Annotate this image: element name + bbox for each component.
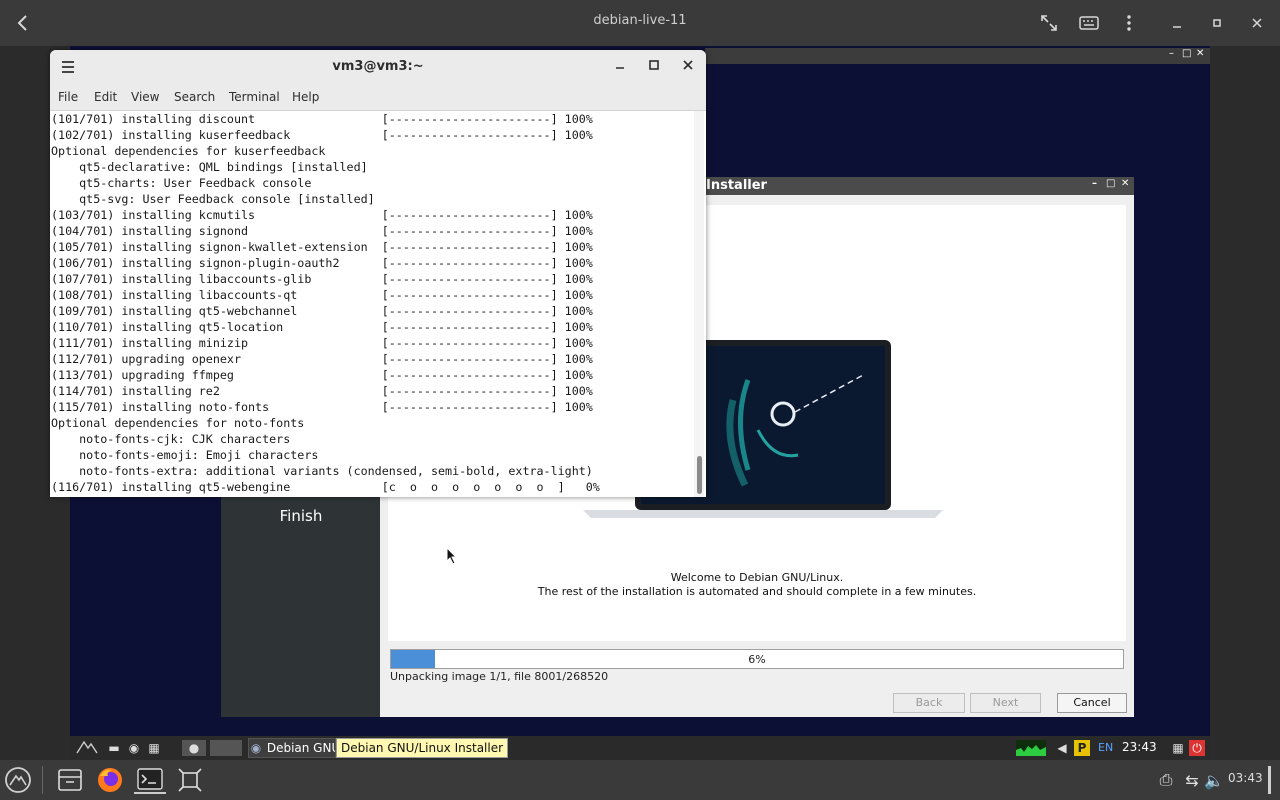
- vm-clock: 23:43: [1122, 740, 1157, 754]
- progress-percent: 6%: [748, 653, 766, 666]
- fullscreen-icon[interactable]: [1032, 6, 1066, 40]
- terminal-output[interactable]: (101/701) installing discount [---------…: [51, 111, 691, 497]
- next-button[interactable]: Next: [970, 693, 1041, 713]
- host-clock: 03:43: [1228, 771, 1263, 785]
- show-desktop-icon[interactable]: ▬: [106, 740, 122, 756]
- terminal-window: vm3@vm3:~ File Edit View Search Terminal…: [50, 50, 706, 497]
- terminal-line: (113/701) upgrading ffmpeg [------------…: [51, 368, 593, 382]
- terminal-scrollbar[interactable]: [694, 111, 704, 497]
- vm-empty-task[interactable]: [210, 740, 242, 756]
- separator: [42, 766, 43, 794]
- terminal-line: (102/701) installing kuserfeedback [----…: [51, 128, 593, 142]
- volume-icon[interactable]: ◀: [1054, 740, 1070, 756]
- terminal-line: (115/701) installing noto-fonts [-------…: [51, 400, 593, 414]
- menu-terminal[interactable]: Terminal: [229, 90, 280, 104]
- menu-file[interactable]: File: [58, 90, 78, 104]
- terminal-line: noto-fonts-emoji: Emoji characters: [51, 448, 319, 462]
- terminal-line: (114/701) installing re2 [--------------…: [51, 384, 593, 398]
- cpu-graph-icon: [1016, 740, 1046, 756]
- terminal-line: (107/701) installing libaccounts-glib [-…: [51, 272, 593, 286]
- vm-network-icon[interactable]: ◉: [126, 740, 142, 756]
- show-desktop-handle[interactable]: [1268, 766, 1271, 794]
- keyboard-icon[interactable]: [1072, 6, 1106, 40]
- host-terminal-icon[interactable]: [134, 766, 166, 794]
- maximize-icon[interactable]: [1200, 6, 1234, 40]
- vm-user-icon[interactable]: ▦: [1170, 740, 1186, 756]
- install-progress-bar: 6%: [390, 649, 1124, 669]
- terminal-line: (104/701) installing signond [----------…: [51, 224, 593, 238]
- terminal-scrollbar-thumb[interactable]: [697, 456, 702, 494]
- install-status-text: Unpacking image 1/1, file 8001/268520: [390, 670, 609, 683]
- menu-view[interactable]: View: [131, 90, 159, 104]
- terminal-line: qt5-charts: User Feedback console: [51, 176, 312, 190]
- keyboard-layout[interactable]: EN: [1098, 741, 1113, 754]
- installer-minimize-icon[interactable]: –: [1092, 178, 1097, 189]
- terminal-line: Optional dependencies for kuserfeedback: [51, 144, 326, 158]
- terminal-line: (105/701) installing signon-kwallet-exte…: [51, 240, 593, 254]
- vm-taskbar: ▬ ◉ ▦ ● ◉ Debian GNU Debian GNU/Linux In…: [70, 737, 1210, 759]
- mouse-pointer-icon: [446, 547, 458, 565]
- installer-tooltip: Debian GNU/Linux Installer: [336, 738, 509, 758]
- terminal-line: noto-fonts-cjk: CJK characters: [51, 432, 291, 446]
- bg-maximize-icon[interactable]: □: [1182, 48, 1191, 59]
- clipboard-icon[interactable]: P: [1074, 740, 1090, 756]
- vm-browser-icon[interactable]: ●: [182, 740, 206, 756]
- host-top-bar: debian-live-11: [0, 0, 1280, 46]
- terminal-line: qt5-declarative: QML bindings [installed…: [51, 160, 368, 174]
- welcome-message: Welcome to Debian GNU/Linux. The rest of…: [380, 571, 1134, 599]
- bg-close-icon[interactable]: ✕: [1196, 48, 1204, 59]
- speaker-icon[interactable]: 🔈: [1198, 766, 1230, 794]
- terminal-line: (101/701) installing discount [---------…: [51, 112, 593, 126]
- terminal-maximize-icon[interactable]: [648, 59, 660, 75]
- host-firefox-icon[interactable]: [94, 766, 126, 794]
- terminal-minimize-icon[interactable]: [614, 59, 626, 75]
- minimize-icon[interactable]: [1160, 6, 1194, 40]
- menu-search[interactable]: Search: [174, 90, 215, 104]
- close-icon[interactable]: [1240, 6, 1274, 40]
- terminal-line: (103/701) installing kcmutils [---------…: [51, 208, 593, 222]
- terminal-line: (110/701) installing qt5-location [-----…: [51, 320, 593, 334]
- taskbar-installer-button[interactable]: ◉ Debian GNU: [248, 738, 336, 758]
- debian-swirl-icon: ◉: [250, 741, 262, 755]
- installer-title: Installer: [706, 178, 767, 193]
- welcome-line-2: The rest of the installation is automate…: [537, 585, 977, 598]
- terminal-line: noto-fonts-extra: additional variants (c…: [51, 464, 593, 478]
- taskbar-installer-label: Debian GNU: [266, 741, 336, 755]
- terminal-line: (106/701) installing signon-plugin-oauth…: [51, 256, 593, 270]
- welcome-line-1: Welcome to Debian GNU/Linux.: [670, 571, 844, 584]
- terminal-line: (109/701) installing qt5-webchannel [---…: [51, 304, 593, 318]
- power-icon[interactable]: ⏻: [1189, 740, 1205, 756]
- terminal-line: qt5-svg: User Feedback console [installe…: [51, 192, 375, 206]
- terminal-line: (112/701) upgrading openexr [-----------…: [51, 352, 593, 366]
- vm-files-icon[interactable]: ▦: [146, 740, 162, 756]
- cancel-button[interactable]: Cancel: [1057, 693, 1127, 713]
- sidebar-step-finish: Finish: [279, 507, 323, 525]
- terminal-line: (116/701) installing qt5-webengine [c o …: [51, 480, 600, 494]
- terminal-line: Optional dependencies for noto-fonts: [51, 416, 305, 430]
- terminal-titlebar: vm3@vm3:~: [50, 50, 706, 86]
- terminal-title: vm3@vm3:~: [332, 59, 424, 74]
- background-window-titlebar: – □ ✕: [705, 48, 1210, 64]
- terminal-line: (108/701) installing libaccounts-qt [---…: [51, 288, 593, 302]
- vm-menu-icon[interactable]: [76, 740, 98, 756]
- installer-maximize-icon[interactable]: □: [1106, 178, 1115, 189]
- installer-close-icon[interactable]: ✕: [1121, 178, 1129, 189]
- back-button[interactable]: Back: [893, 693, 965, 713]
- host-taskbar: ⎙ ⇆ 🔈 03:43: [0, 760, 1280, 800]
- terminal-menubar: File Edit View Search Terminal Help: [50, 86, 706, 111]
- menu-help[interactable]: Help: [292, 90, 319, 104]
- terminal-close-icon[interactable]: [682, 59, 694, 75]
- terminal-line: (111/701) installing minizip [----------…: [51, 336, 593, 350]
- menu-edit[interactable]: Edit: [94, 90, 117, 104]
- host-file-manager-icon[interactable]: [54, 766, 86, 794]
- host-vm-manager-icon[interactable]: [174, 766, 206, 794]
- more-options-icon[interactable]: [1112, 6, 1146, 40]
- bg-minimize-icon[interactable]: –: [1169, 48, 1174, 59]
- installer-sidebar: Finish: [221, 497, 381, 717]
- host-launcher-icon[interactable]: [2, 766, 34, 794]
